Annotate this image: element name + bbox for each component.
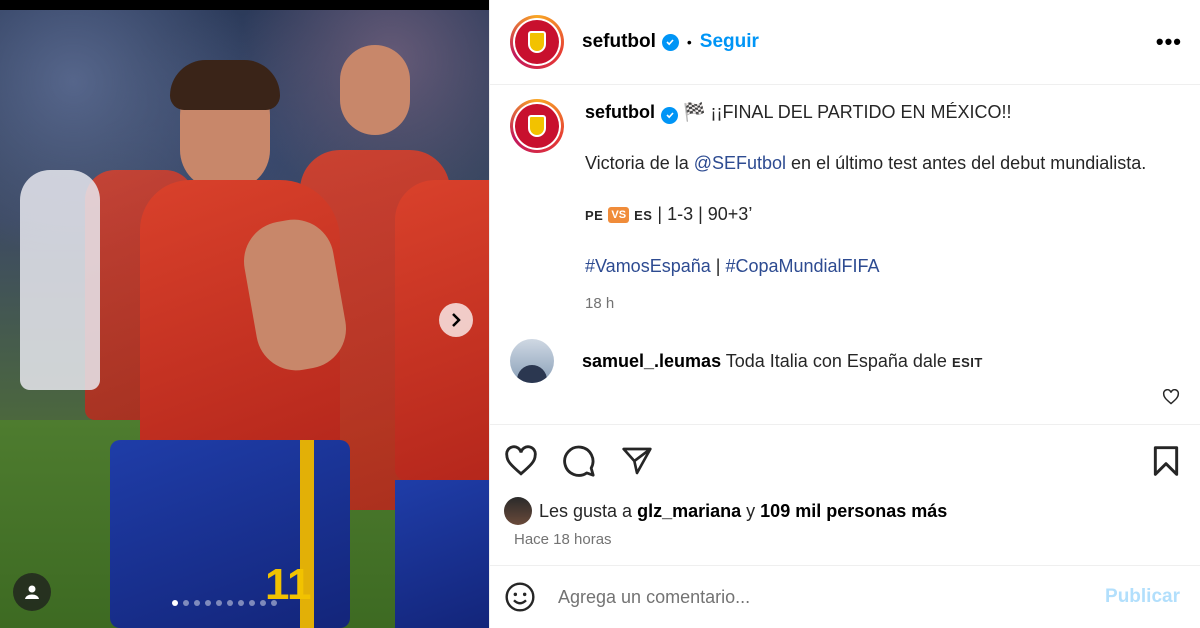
- likes-prefix: Les gusta a: [539, 500, 633, 521]
- like-button[interactable]: [504, 445, 538, 477]
- liker-avatar[interactable]: [504, 497, 532, 525]
- caption-headline: ¡¡FINAL DEL PARTIDO EN MÉXICO!!: [710, 102, 1012, 122]
- author-username[interactable]: sefutbol: [582, 31, 656, 53]
- vs-emoji: VS: [608, 207, 630, 223]
- comments-section[interactable]: sefutbol 🏁 ¡¡FINAL DEL PARTIDO EN MÉXICO…: [490, 85, 1200, 425]
- checkered-flag-emoji: 🏁: [683, 102, 706, 122]
- carousel-dot: [205, 600, 211, 606]
- team1-flag: PE: [585, 208, 604, 223]
- emoji-button[interactable]: [504, 581, 536, 613]
- heart-icon: [1162, 388, 1180, 405]
- post-timestamp: Hace 18 horas: [514, 531, 612, 548]
- verified-badge-icon: [661, 106, 678, 124]
- carousel-indicator: [172, 600, 277, 606]
- comment-composer: Agrega un comentario... Publicar: [490, 565, 1200, 628]
- comment-text: Toda Italia con España dale: [725, 350, 947, 371]
- heart-icon: [505, 445, 537, 476]
- caption-line2-suffix: en el último test antes del debut mundia…: [786, 153, 1147, 173]
- caption-timestamp[interactable]: 18 h: [585, 290, 1146, 317]
- carousel-dot: [227, 600, 233, 606]
- likes-count[interactable]: 109 mil personas más: [760, 501, 947, 522]
- likes-middle: y: [746, 500, 756, 521]
- federation-crest-icon: [528, 31, 546, 53]
- comment-input[interactable]: Agrega un comentario...: [558, 587, 1105, 608]
- comment-button[interactable]: [562, 444, 596, 478]
- comment-item: samuel_.leumas Toda Italia con España da…: [510, 339, 1180, 383]
- post-header: sefutbol • Seguir •••: [490, 0, 1200, 85]
- caption: sefutbol 🏁 ¡¡FINAL DEL PARTIDO EN MÉXICO…: [510, 99, 1180, 317]
- next-slide-button[interactable]: [439, 303, 473, 337]
- more-options-button[interactable]: •••: [1156, 29, 1182, 55]
- post-comment-button[interactable]: Publicar: [1105, 586, 1180, 608]
- caption-username[interactable]: sefutbol: [585, 102, 655, 122]
- commenter-username[interactable]: samuel_.leumas: [582, 351, 721, 371]
- player-bg-white: [20, 170, 100, 390]
- player-bg-2-shorts: [395, 480, 489, 628]
- follow-button[interactable]: Seguir: [700, 31, 759, 53]
- carousel-dot: [183, 600, 189, 606]
- hashtag-vamos-espana[interactable]: #VamosEspaña: [585, 256, 711, 276]
- mention-link[interactable]: @SEFutbol: [694, 153, 786, 173]
- liker-username[interactable]: glz_mariana: [637, 501, 741, 522]
- likes-summary: Les gusta a glz_mariana y 109 mil person…: [490, 497, 1200, 525]
- chevron-right-icon: [452, 313, 461, 327]
- top-bar: [0, 0, 489, 10]
- hashtag-copa-mundial[interactable]: #CopaMundialFIFA: [725, 256, 879, 276]
- score-text: | 1-3 | 90+3’: [652, 204, 753, 224]
- carousel-dot: [172, 600, 178, 606]
- federation-crest-icon: [528, 115, 546, 137]
- carousel-dot: [271, 600, 277, 606]
- save-button[interactable]: [1152, 445, 1180, 477]
- tagged-users-button[interactable]: [13, 573, 51, 611]
- player-bg-1-head: [340, 45, 410, 135]
- verified-badge-icon: [661, 33, 679, 51]
- post-media[interactable]: 11: [0, 0, 489, 628]
- hashtag-separator: |: [710, 256, 726, 276]
- author-avatar[interactable]: [510, 15, 564, 69]
- separator-dot: •: [686, 34, 692, 50]
- commenter-avatar[interactable]: [510, 339, 554, 383]
- carousel-dot: [249, 600, 255, 606]
- comment-like-button[interactable]: [1162, 388, 1180, 410]
- paper-plane-icon: [622, 447, 652, 475]
- caption-line2-prefix: Victoria de la: [585, 153, 694, 173]
- carousel-dot: [194, 600, 200, 606]
- carousel-dot: [238, 600, 244, 606]
- carousel-dot: [216, 600, 222, 606]
- comment-flags: ESIT: [951, 354, 983, 370]
- share-button[interactable]: [620, 445, 654, 477]
- caption-author-avatar[interactable]: [510, 99, 564, 153]
- smiley-icon: [505, 582, 535, 612]
- player-hair: [170, 60, 280, 110]
- team2-flag: ES: [634, 208, 653, 223]
- user-icon: [25, 585, 39, 599]
- action-bar: [490, 425, 1200, 497]
- carousel-dot: [260, 600, 266, 606]
- comment-bubble-icon: [563, 445, 595, 477]
- bookmark-icon: [1153, 446, 1179, 476]
